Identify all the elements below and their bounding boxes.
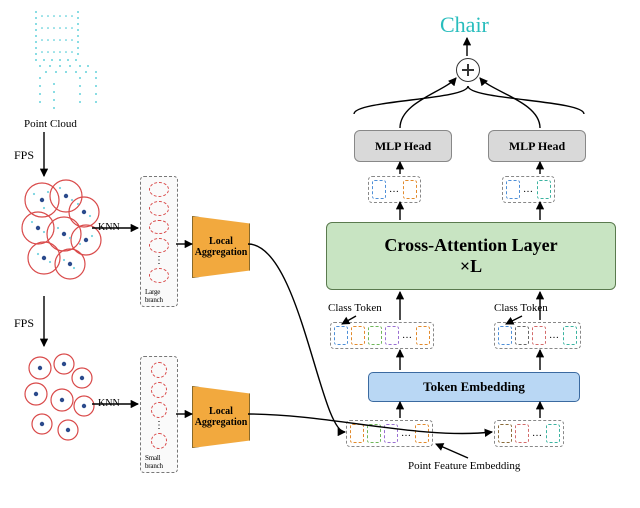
cross-attention-title: Cross-Attention Layer: [384, 235, 557, 256]
cross-attention-count: ×L: [460, 256, 482, 277]
point-cloud-label: Point Cloud: [24, 118, 77, 130]
xattn-tokens-left: …: [330, 322, 434, 349]
fps-label-1: FPS: [14, 148, 34, 163]
local-aggregation-upper-label: Local Aggregation: [195, 236, 248, 258]
point-cloud-chair: [24, 6, 114, 118]
mlp-head-left: MLP Head: [354, 130, 452, 162]
mlp-head-right: MLP Head: [488, 130, 586, 162]
token-embedding-label: Token Embedding: [423, 379, 525, 395]
branch-small-caption: Small branch: [145, 454, 173, 470]
mlp-tokens-left: …: [368, 176, 421, 203]
pfe-tokens-right: …: [494, 420, 564, 447]
knn-label-1: KNN: [98, 222, 120, 233]
xattn-tokens-right: …: [494, 322, 581, 349]
fps-label-2: FPS: [14, 316, 34, 331]
knn-label-2: KNN: [98, 398, 120, 409]
knn-illustration-small: [14, 348, 110, 460]
branch-large-caption: Large branch: [145, 288, 173, 304]
class-token-label-right: Class Token: [494, 302, 548, 314]
token-embedding-block: Token Embedding: [368, 372, 580, 402]
class-token-label-left: Class Token: [328, 302, 382, 314]
pfe-label: Point Feature Embedding: [408, 460, 520, 472]
local-aggregation-upper: Local Aggregation: [192, 216, 250, 278]
combine-node: [456, 58, 480, 82]
branch-box-large: ⋮ Large branch: [140, 176, 178, 307]
pfe-tokens-left: …: [346, 420, 433, 447]
branch-box-small: ⋮ Small branch: [140, 356, 178, 473]
mlp-head-right-label: MLP Head: [509, 139, 565, 154]
knn-illustration-large: [14, 178, 110, 292]
local-aggregation-lower-label: Local Aggregation: [195, 406, 248, 428]
output-label: Chair: [440, 12, 489, 38]
mlp-tokens-right: …: [502, 176, 555, 203]
local-aggregation-lower: Local Aggregation: [192, 386, 250, 448]
mlp-head-left-label: MLP Head: [375, 139, 431, 154]
cross-attention-block: Cross-Attention Layer ×L: [326, 222, 616, 290]
